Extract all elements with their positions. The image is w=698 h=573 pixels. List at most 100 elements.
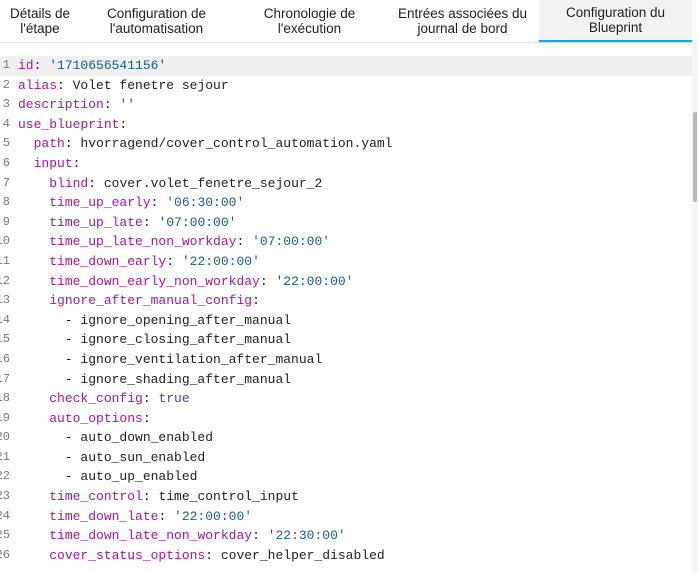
yaml-string: '22:00:00': [275, 273, 354, 289]
yaml-text: - ignore_closing_after_manual: [18, 332, 292, 348]
yaml-text: :: [158, 508, 175, 524]
yaml-key: time_down_early_non_workday: [49, 273, 260, 289]
yaml-key: blind: [49, 175, 89, 191]
code-text: time_up_early: '06:30:00': [10, 193, 244, 213]
code-line[interactable]: 16 - ignore_ventilation_after_manual: [0, 350, 692, 370]
line-number: 7: [2, 175, 10, 190]
scrollbar-thumb[interactable]: [693, 112, 697, 202]
yaml-text: :: [252, 293, 260, 309]
code-text: time_down_late: '22:00:00': [10, 507, 252, 527]
code-text: time_down_early_non_workday: '22:00:00': [10, 272, 353, 292]
code-text: - ignore_ventilation_after_manual: [10, 350, 322, 370]
yaml-text: :: [33, 58, 50, 73]
code-line[interactable]: 24 time_down_late: '22:00:00': [0, 507, 692, 527]
code-line[interactable]: 19 auto_options:: [0, 409, 692, 429]
line-number: 16: [0, 351, 10, 366]
code-text: cover_status_options: cover_helper_disab…: [10, 546, 384, 566]
yaml-text: [18, 293, 49, 308]
yaml-key: time_up_early: [49, 195, 151, 211]
code-line[interactable]: 12 time_down_early_non_workday: '22:00:0…: [0, 272, 692, 292]
code-line[interactable]: 23 time_control: time_control_input: [0, 487, 692, 507]
line-number: 8: [2, 195, 10, 210]
code-line[interactable]: 1 id: '1710656541156': [0, 56, 692, 76]
tab-bar: Détails de l'étape Configuration de l'au…: [0, 0, 692, 43]
code-text: time_control: time_control_input: [10, 487, 299, 507]
line-number: 15: [0, 332, 10, 347]
yaml-text: [18, 548, 49, 563]
line-number: 25: [0, 528, 10, 543]
tab-step-details[interactable]: Détails de l'étape: [0, 0, 80, 42]
yaml-text: : hvorragend/cover_control_automation.ya…: [64, 136, 393, 152]
line-number: 18: [0, 391, 10, 406]
yaml-key: description: [18, 97, 104, 113]
code-text: description: '': [10, 95, 135, 115]
yaml-text: :: [72, 155, 81, 171]
code-text: id: '1710656541156': [10, 56, 166, 76]
code-line[interactable]: 25 time_down_late_non_workday: '22:30:00…: [0, 526, 692, 546]
code-line[interactable]: 5 path: hvorragend/cover_control_automat…: [0, 134, 692, 154]
yaml-text: - ignore_shading_after_manual: [18, 371, 292, 387]
tab-blueprint-config[interactable]: Configuration du Blueprint: [539, 0, 692, 42]
code-line[interactable]: 17 - ignore_shading_after_manual: [0, 370, 692, 390]
line-number: 9: [2, 214, 10, 229]
code-text: - auto_sun_enabled: [10, 448, 205, 468]
code-text: check_config: true: [10, 389, 189, 409]
code-line[interactable]: 7 blind: cover.volet_fenetre_sejour_2: [0, 174, 692, 194]
code-line[interactable]: 22 - auto_up_enabled: [0, 467, 692, 487]
code-line[interactable]: 20 - auto_down_enabled: [0, 428, 692, 448]
code-line[interactable]: 26 cover_status_options: cover_helper_di…: [0, 546, 692, 566]
yaml-key: time_control: [49, 489, 143, 505]
code-line[interactable]: 10 time_up_late_non_workday: '07:00:00': [0, 232, 692, 252]
yaml-text: :: [252, 528, 268, 544]
yaml-key: alias: [18, 77, 58, 93]
tab-execution-timeline[interactable]: Chronologie de l'exécution: [233, 0, 386, 42]
yaml-text: [18, 411, 49, 426]
yaml-text: [18, 156, 34, 171]
yaml-text: [18, 254, 49, 269]
code-text: - auto_down_enabled: [10, 428, 213, 448]
yaml-text: :: [166, 253, 182, 269]
yaml-key: time_down_early: [49, 253, 167, 269]
line-number: 14: [0, 312, 10, 327]
yaml-key: ignore_after_manual_config: [49, 293, 253, 309]
code-line[interactable]: 14 - ignore_opening_after_manual: [0, 311, 692, 331]
yaml-text: :: [259, 273, 276, 289]
code-line[interactable]: 18 check_config: true: [0, 389, 692, 409]
code-line[interactable]: 11 time_down_early: '22:00:00': [0, 252, 692, 272]
code-line[interactable]: 13 ignore_after_manual_config:: [0, 291, 692, 311]
code-line[interactable]: 4 use_blueprint:: [0, 115, 692, 135]
yaml-text: :: [103, 97, 120, 113]
yaml-text: :: [142, 410, 151, 426]
line-number: 17: [0, 371, 10, 386]
line-number: 10: [0, 234, 10, 249]
tab-logbook-entries[interactable]: Entrées associées du journal de bord: [386, 0, 539, 42]
code-line[interactable]: 2 alias: Volet fenetre sejour: [0, 76, 692, 96]
yaml-text: : time_control_input: [142, 489, 299, 505]
yaml-text: [18, 234, 49, 249]
code-text: ignore_after_manual_config:: [10, 291, 260, 311]
line-number: 23: [0, 489, 10, 504]
code-line[interactable]: 8 time_up_early: '06:30:00': [0, 193, 692, 213]
code-text: use_blueprint:: [10, 115, 127, 135]
line-number: 1: [2, 58, 10, 72]
yaml-key: path: [33, 136, 65, 152]
yaml-text: :: [142, 214, 159, 230]
yaml-string: '22:30:00': [267, 528, 346, 544]
code-text: input:: [10, 154, 81, 174]
code-line[interactable]: 6 input:: [0, 154, 692, 174]
code-line[interactable]: 21 - auto_sun_enabled: [0, 448, 692, 468]
yaml-text: :: [150, 195, 167, 211]
code-text: time_up_late: '07:00:00': [10, 213, 236, 233]
code-text: blind: cover.volet_fenetre_sejour_2: [10, 174, 322, 194]
yaml-text: [18, 391, 49, 406]
editor-scrollbar[interactable]: [692, 42, 698, 573]
code-line[interactable]: 15 - ignore_closing_after_manual: [0, 330, 692, 350]
yaml-text: [18, 509, 49, 524]
tab-automation-config[interactable]: Configuration de l'automatisation: [80, 0, 233, 42]
yaml-text: - auto_up_enabled: [18, 469, 198, 485]
code-line[interactable]: 9 time_up_late: '07:00:00': [0, 213, 692, 233]
yaml-key: time_up_late_non_workday: [49, 234, 237, 250]
code-line[interactable]: 3 description: '': [0, 95, 692, 115]
yaml-code-editor[interactable]: 1 id: '1710656541156' 2 alias: Volet fenetr…: [0, 56, 692, 573]
yaml-text: - ignore_ventilation_after_manual: [18, 351, 323, 367]
